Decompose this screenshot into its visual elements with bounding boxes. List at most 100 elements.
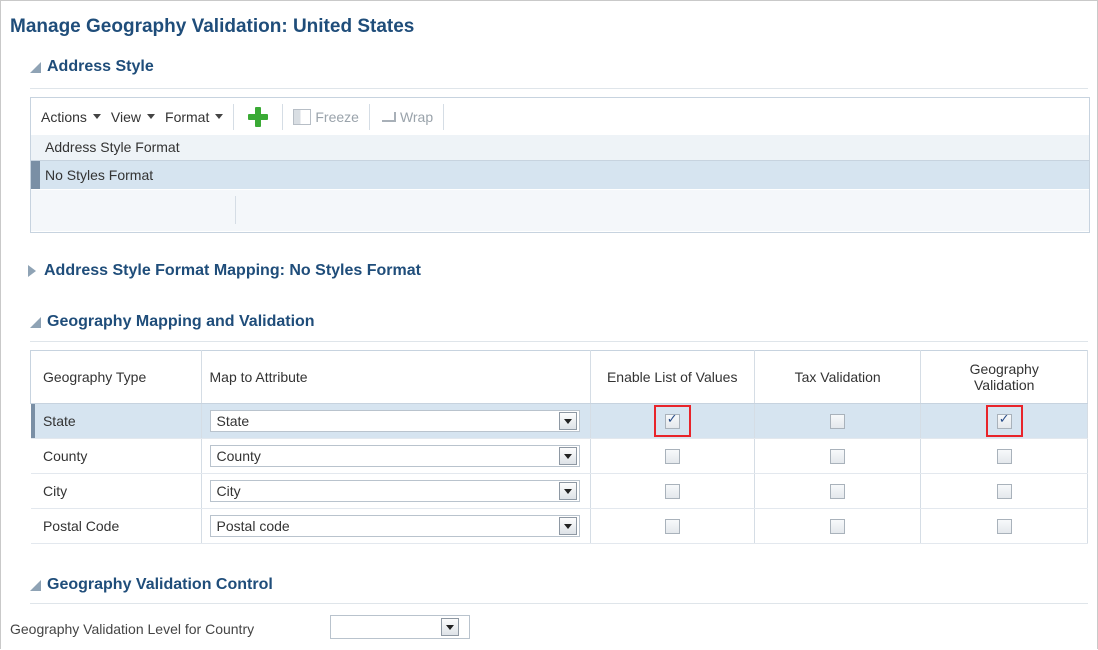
cell-geography-type: Postal Code bbox=[34, 508, 202, 544]
wrap-label: Wrap bbox=[399, 108, 434, 125]
column-header-address-style-format[interactable]: Address Style Format bbox=[31, 135, 1089, 161]
geography-validation-checkbox[interactable] bbox=[996, 449, 1012, 465]
actions-menu[interactable]: Actions bbox=[41, 109, 101, 125]
expand-triangle-icon[interactable] bbox=[28, 265, 36, 277]
dropdown-arrow-icon[interactable] bbox=[558, 447, 577, 465]
cell-enable-lov bbox=[590, 403, 755, 439]
dropdown-arrow-icon[interactable] bbox=[441, 618, 459, 636]
caret-down-icon bbox=[92, 114, 101, 119]
format-menu[interactable]: Format bbox=[165, 109, 224, 125]
tax-validation-checkbox[interactable] bbox=[830, 519, 846, 535]
cell-map-to-attribute: County bbox=[201, 438, 591, 474]
collapse-triangle-icon[interactable] bbox=[30, 579, 41, 591]
caret-down-icon bbox=[215, 114, 224, 119]
cell-geography-validation bbox=[920, 473, 1088, 509]
attribute-select[interactable]: Postal code bbox=[209, 515, 580, 537]
highlight-box bbox=[653, 404, 691, 438]
validation-level-select[interactable] bbox=[330, 615, 470, 639]
cell-enable-lov bbox=[590, 438, 755, 474]
dropdown-arrow-icon[interactable] bbox=[558, 517, 577, 535]
validation-level-label: Geography Validation Level for Country bbox=[10, 621, 255, 637]
wrap-icon bbox=[380, 110, 396, 124]
cell-enable-lov bbox=[590, 473, 755, 509]
cell-map-to-attribute: State bbox=[201, 403, 591, 439]
section-heading: Geography Mapping and Validation bbox=[47, 313, 315, 330]
address-style-table: Actions View Format Freeze Wrap Address … bbox=[30, 97, 1090, 233]
view-menu[interactable]: View bbox=[111, 109, 156, 125]
table-row[interactable]: State State bbox=[30, 403, 1088, 439]
freeze-button[interactable]: Freeze bbox=[293, 108, 359, 125]
toolbar-separator bbox=[282, 103, 284, 130]
toolbar-separator bbox=[443, 103, 445, 130]
highlight-box bbox=[985, 404, 1023, 438]
cell-enable-lov bbox=[590, 508, 755, 544]
actions-menu-label: Actions bbox=[41, 108, 87, 125]
select-value: State bbox=[216, 413, 250, 429]
add-row-icon[interactable] bbox=[248, 106, 269, 127]
divider bbox=[30, 603, 1088, 604]
section-format-mapping[interactable]: Address Style Format Mapping: No Styles … bbox=[28, 262, 421, 280]
table-row[interactable]: No Styles Format bbox=[31, 161, 1089, 189]
caret-down-icon bbox=[147, 114, 156, 119]
cell-map-to-attribute: Postal code bbox=[201, 508, 591, 544]
column-header-tax-validation[interactable]: Tax Validation bbox=[754, 350, 922, 404]
freeze-icon bbox=[293, 108, 312, 125]
table-row[interactable]: Postal Code Postal code bbox=[30, 508, 1088, 544]
tax-validation-checkbox[interactable] bbox=[830, 414, 846, 430]
cell-tax-validation bbox=[754, 473, 922, 509]
collapse-triangle-icon[interactable] bbox=[30, 316, 41, 328]
column-header-geography-type[interactable]: Geography Type bbox=[34, 350, 202, 404]
enable-lov-checkbox[interactable] bbox=[664, 449, 680, 465]
toolbar-separator bbox=[368, 103, 370, 130]
cell-geography-type: County bbox=[34, 438, 202, 474]
attribute-select[interactable]: County bbox=[209, 445, 580, 467]
select-value: Postal code bbox=[216, 518, 290, 534]
column-header-enable-lov[interactable]: Enable List of Values bbox=[590, 350, 755, 404]
dropdown-arrow-icon[interactable] bbox=[558, 412, 577, 430]
geography-validation-checkbox[interactable] bbox=[996, 412, 1012, 430]
cell-geography-type: State bbox=[34, 403, 202, 439]
section-heading: Address Style Format Mapping: No Styles … bbox=[44, 262, 421, 279]
cell-map-to-attribute: City bbox=[201, 473, 591, 509]
attribute-select[interactable]: City bbox=[209, 480, 580, 502]
tax-validation-checkbox[interactable] bbox=[830, 449, 846, 465]
collapse-triangle-icon[interactable] bbox=[30, 61, 41, 73]
table-footer bbox=[31, 190, 1089, 231]
freeze-label: Freeze bbox=[315, 108, 359, 125]
cell-tax-validation bbox=[754, 403, 922, 439]
header-line: Geography bbox=[969, 361, 1039, 377]
section-heading: Geography Validation Control bbox=[47, 576, 273, 593]
select-value: County bbox=[216, 448, 261, 464]
geography-validation-checkbox[interactable] bbox=[996, 484, 1012, 500]
column-divider bbox=[235, 196, 236, 224]
row-selection-marker bbox=[31, 161, 40, 189]
attribute-select[interactable]: State bbox=[209, 410, 580, 432]
table-row[interactable]: City City bbox=[30, 473, 1088, 509]
geography-validation-checkbox[interactable] bbox=[996, 519, 1012, 535]
cell-geography-validation bbox=[920, 403, 1088, 439]
divider bbox=[30, 88, 1088, 89]
wrap-button[interactable]: Wrap bbox=[380, 109, 433, 125]
cell-tax-validation bbox=[754, 438, 922, 474]
divider bbox=[30, 341, 1088, 342]
column-header-map-to-attribute[interactable]: Map to Attribute bbox=[201, 350, 591, 404]
table-toolbar: Actions View Format Freeze Wrap bbox=[31, 98, 1089, 136]
column-header-label: Address Style Format bbox=[45, 139, 180, 155]
enable-lov-checkbox[interactable] bbox=[664, 412, 680, 430]
dropdown-arrow-icon[interactable] bbox=[558, 482, 577, 500]
table-row[interactable]: County County bbox=[30, 438, 1088, 474]
page-title: Manage Geography Validation: United Stat… bbox=[10, 16, 415, 37]
tax-validation-checkbox[interactable] bbox=[830, 484, 846, 500]
toolbar-separator bbox=[233, 103, 235, 130]
cell-geography-validation bbox=[920, 438, 1088, 474]
header-line: Validation bbox=[973, 377, 1035, 393]
cell-geography-type: City bbox=[34, 473, 202, 509]
column-header-geography-validation[interactable]: Geography Validation bbox=[920, 350, 1088, 404]
cell-geography-validation bbox=[920, 508, 1088, 544]
enable-lov-checkbox[interactable] bbox=[664, 519, 680, 535]
section-heading: Address Style bbox=[47, 58, 154, 75]
section-validation-control[interactable]: Geography Validation Control bbox=[30, 576, 273, 594]
section-address-style[interactable]: Address Style bbox=[30, 58, 154, 76]
section-geography-mapping[interactable]: Geography Mapping and Validation bbox=[30, 313, 315, 331]
enable-lov-checkbox[interactable] bbox=[664, 484, 680, 500]
